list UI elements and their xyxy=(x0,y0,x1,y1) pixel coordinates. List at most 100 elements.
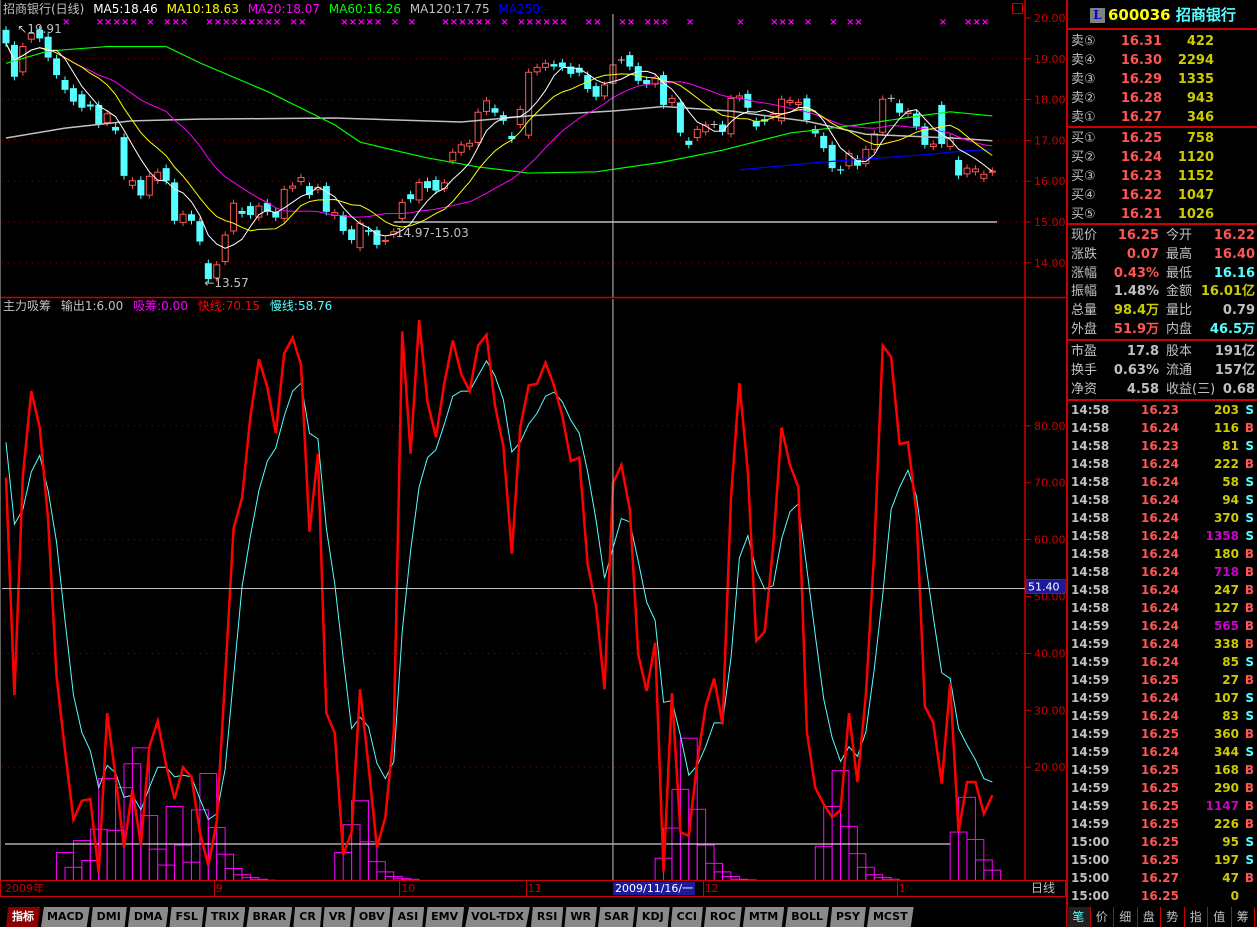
signal-mark-icon: × xyxy=(846,17,854,28)
tab-rsi[interactable]: RSI xyxy=(530,907,564,927)
tab-vr[interactable]: VR xyxy=(322,907,352,927)
signal-mark-icon: × xyxy=(264,17,272,28)
tick-row: 14:58 16.24 247 B xyxy=(1071,581,1257,599)
tab-macd[interactable]: MACD xyxy=(41,907,90,927)
tab-kdj[interactable]: KDJ xyxy=(635,907,670,927)
stat-value: 16.25 xyxy=(1117,228,1159,243)
ask-row: 卖② 16.28 943 xyxy=(1071,89,1257,108)
candle-up xyxy=(474,111,482,143)
tab-brar[interactable]: BRAR xyxy=(246,907,293,927)
ma10-line xyxy=(5,43,993,232)
detail-tab[interactable]: 盘 xyxy=(1138,907,1161,927)
signal-mark-icon: × xyxy=(736,17,744,28)
tick-price: 16.25 xyxy=(1141,817,1179,831)
tab-dmi[interactable]: DMI xyxy=(90,907,127,927)
tab-emv[interactable]: EMV xyxy=(425,907,465,927)
tab-asi[interactable]: ASI xyxy=(391,907,425,927)
detail-tab[interactable]: 细 xyxy=(1114,907,1138,927)
tick-time: 15:00 xyxy=(1071,889,1110,903)
detail-tab[interactable]: 值 xyxy=(1208,907,1232,927)
candle-down xyxy=(491,108,499,113)
signal-mark-icon: × xyxy=(627,17,635,28)
tick-row: 14:59 16.24 565 B xyxy=(1071,617,1257,635)
candle-up xyxy=(794,101,802,105)
tick-volume: 222 xyxy=(1213,457,1239,471)
tick-time: 14:59 xyxy=(1071,637,1110,651)
stat-label: 流通 xyxy=(1166,362,1193,378)
detail-tab[interactable]: 指 xyxy=(1185,907,1208,927)
signal-mark-icon: × xyxy=(214,17,222,28)
detail-tab[interactable]: 价 xyxy=(1091,907,1114,927)
indicator-tick-label: 40.00 xyxy=(1034,647,1066,660)
tab-trix[interactable]: TRIX xyxy=(204,907,246,927)
date-tick xyxy=(399,881,401,896)
signal-mark-icon: × xyxy=(239,17,247,28)
tab-boll[interactable]: BOLL xyxy=(785,907,829,927)
signal-mark-icon: × xyxy=(517,17,525,28)
tab-mcst[interactable]: MCST xyxy=(866,907,914,927)
price-tick-label: 14.00 xyxy=(1034,257,1066,270)
candle-down xyxy=(626,55,634,67)
detail-tab[interactable]: 笔 xyxy=(1067,907,1091,927)
tab-roc[interactable]: ROC xyxy=(703,907,742,927)
detail-tab[interactable]: 筹 xyxy=(1232,907,1255,927)
stat-label: 最高 xyxy=(1166,246,1193,262)
tick-row: 14:58 16.23 203 S xyxy=(1071,401,1257,419)
chart-area[interactable]: 20.0019.0018.0017.0016.0015.0014.00× × × × ×… xyxy=(0,0,1066,880)
tab-psy[interactable]: PSY xyxy=(830,907,866,927)
stat-label: 市盈 xyxy=(1071,344,1098,359)
tab-cci[interactable]: CCI xyxy=(670,907,703,927)
candle-down xyxy=(643,80,651,85)
stat-value: 51.9万 xyxy=(1113,322,1159,337)
tick-price: 16.24 xyxy=(1141,637,1179,651)
tab-sar[interactable]: SAR xyxy=(598,907,635,927)
candle-up xyxy=(870,133,878,150)
stat-row: 涨跌 0.07 最高 16.40 xyxy=(1071,245,1257,264)
tick-price: 16.25 xyxy=(1141,763,1179,777)
tab-cr[interactable]: CR xyxy=(293,907,322,927)
tick-time: 14:58 xyxy=(1071,475,1110,489)
indicator-name[interactable]: 主力吸筹 xyxy=(3,299,51,313)
signal-mark-icon: × xyxy=(467,17,475,28)
ma60-value: MA60:16.26 xyxy=(328,2,401,16)
tick-row: 14:58 16.24 1358 S xyxy=(1071,527,1257,545)
bid-label: 买④ xyxy=(1071,188,1096,203)
tick-row: 15:00 16.25 0 xyxy=(1071,887,1257,905)
candle-down xyxy=(112,126,120,131)
cycle-label[interactable]: 日线 xyxy=(1031,882,1055,895)
tab-wr[interactable]: WR xyxy=(564,907,598,927)
tick-direction: S xyxy=(1245,745,1254,759)
tab-dma[interactable]: DMA xyxy=(127,907,169,927)
selected-date: 2009/11/16/一 xyxy=(613,882,696,895)
tick-price: 16.24 xyxy=(1141,709,1179,723)
tick-price: 16.24 xyxy=(1141,583,1179,597)
signal-mark-icon: × xyxy=(618,17,626,28)
tick-price: 16.25 xyxy=(1141,727,1179,741)
tab-mtm[interactable]: MTM xyxy=(742,907,785,927)
bid-volume: 758 xyxy=(1186,131,1214,146)
candle-down xyxy=(339,215,347,231)
signal-mark-icon: × xyxy=(972,17,980,28)
ma5-value: MA5:18.46 xyxy=(93,2,158,16)
tab-obv[interactable]: OBV xyxy=(352,907,391,927)
date-label: 10 xyxy=(401,882,416,895)
fast-line-value: 快线:70.15 xyxy=(197,299,261,313)
detail-tab[interactable]: 势 xyxy=(1161,907,1185,927)
tick-row: 14:59 16.25 226 B xyxy=(1071,815,1257,833)
tick-price: 16.24 xyxy=(1141,655,1179,669)
tab-fsl[interactable]: FSL xyxy=(169,907,204,927)
stat-value: 0.68 xyxy=(1222,381,1255,397)
candle-up xyxy=(179,213,187,223)
stat-label: 最低 xyxy=(1166,265,1193,281)
stat-value: 0.79 xyxy=(1222,303,1255,319)
maximize-button[interactable] xyxy=(1012,3,1023,14)
tick-direction: B xyxy=(1244,799,1254,813)
tick-row: 14:58 16.24 180 B xyxy=(1071,545,1257,563)
candle-down xyxy=(592,86,600,97)
tab-vol-tdx[interactable]: VOL-TDX xyxy=(465,907,530,927)
tick-direction: S xyxy=(1245,691,1254,705)
stat-row: 净资 4.58 收益(三) 0.68 xyxy=(1071,380,1257,399)
candle-up xyxy=(980,173,988,179)
tick-row: 14:59 16.25 27 B xyxy=(1071,671,1257,689)
tab-指标[interactable]: 指标 xyxy=(6,907,40,927)
